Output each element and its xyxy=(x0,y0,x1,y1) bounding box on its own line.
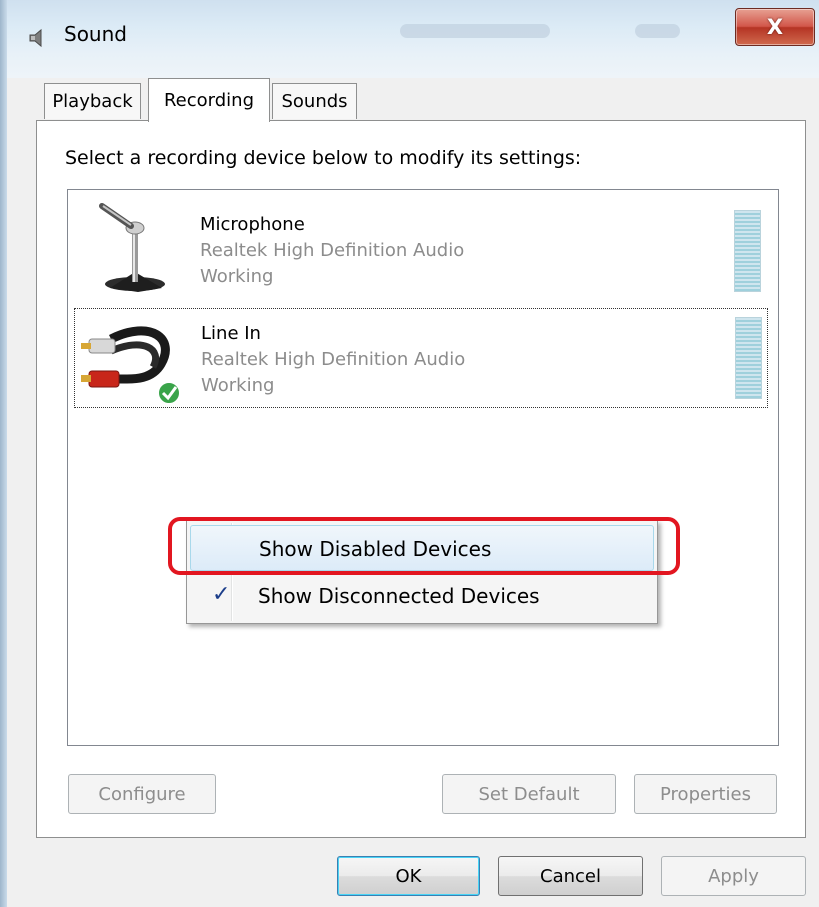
title-bar: Sound X xyxy=(0,0,819,78)
level-meter xyxy=(734,210,761,292)
menu-item-show-disconnected-devices[interactable]: ✓ Show Disconnected Devices xyxy=(190,573,654,619)
highlight-annotation xyxy=(168,517,680,575)
window-frame xyxy=(0,0,7,907)
tab-recording[interactable]: Recording xyxy=(148,78,270,122)
cancel-button[interactable]: Cancel xyxy=(498,856,643,896)
menu-item-label: Show Disconnected Devices xyxy=(258,584,540,608)
device-name: Microphone xyxy=(200,214,305,235)
device-name: Line In xyxy=(201,323,261,344)
titlebar-blur xyxy=(400,24,550,38)
apply-button[interactable]: Apply xyxy=(661,856,806,896)
device-driver: Realtek High Definition Audio xyxy=(200,240,465,261)
rca-cable-icon xyxy=(81,326,181,405)
microphone-icon xyxy=(99,203,165,292)
device-row-line-in[interactable]: Line In Realtek High Definition Audio Wo… xyxy=(74,308,768,408)
device-status: Working xyxy=(200,266,274,287)
device-row-microphone[interactable]: Microphone Realtek High Definition Audio… xyxy=(74,194,768,294)
window-title: Sound xyxy=(64,22,127,46)
speaker-icon xyxy=(29,28,42,48)
ok-button[interactable]: OK xyxy=(337,856,480,896)
close-icon: X xyxy=(766,15,784,39)
device-list[interactable]: Microphone Realtek High Definition Audio… xyxy=(67,189,779,746)
checkmark-icon: ✓ xyxy=(212,582,231,607)
device-driver: Realtek High Definition Audio xyxy=(201,349,466,370)
close-button[interactable]: X xyxy=(735,8,815,46)
tab-playback[interactable]: Playback xyxy=(44,83,141,119)
titlebar-blur xyxy=(635,24,680,38)
level-meter xyxy=(735,317,762,399)
set-default-button[interactable]: Set Default xyxy=(442,774,616,814)
tab-sounds[interactable]: Sounds xyxy=(272,83,357,119)
configure-button[interactable]: Configure xyxy=(68,774,216,814)
instruction-text: Select a recording device below to modif… xyxy=(65,147,582,169)
device-status: Working xyxy=(201,375,275,396)
properties-button[interactable]: Properties xyxy=(634,774,777,814)
